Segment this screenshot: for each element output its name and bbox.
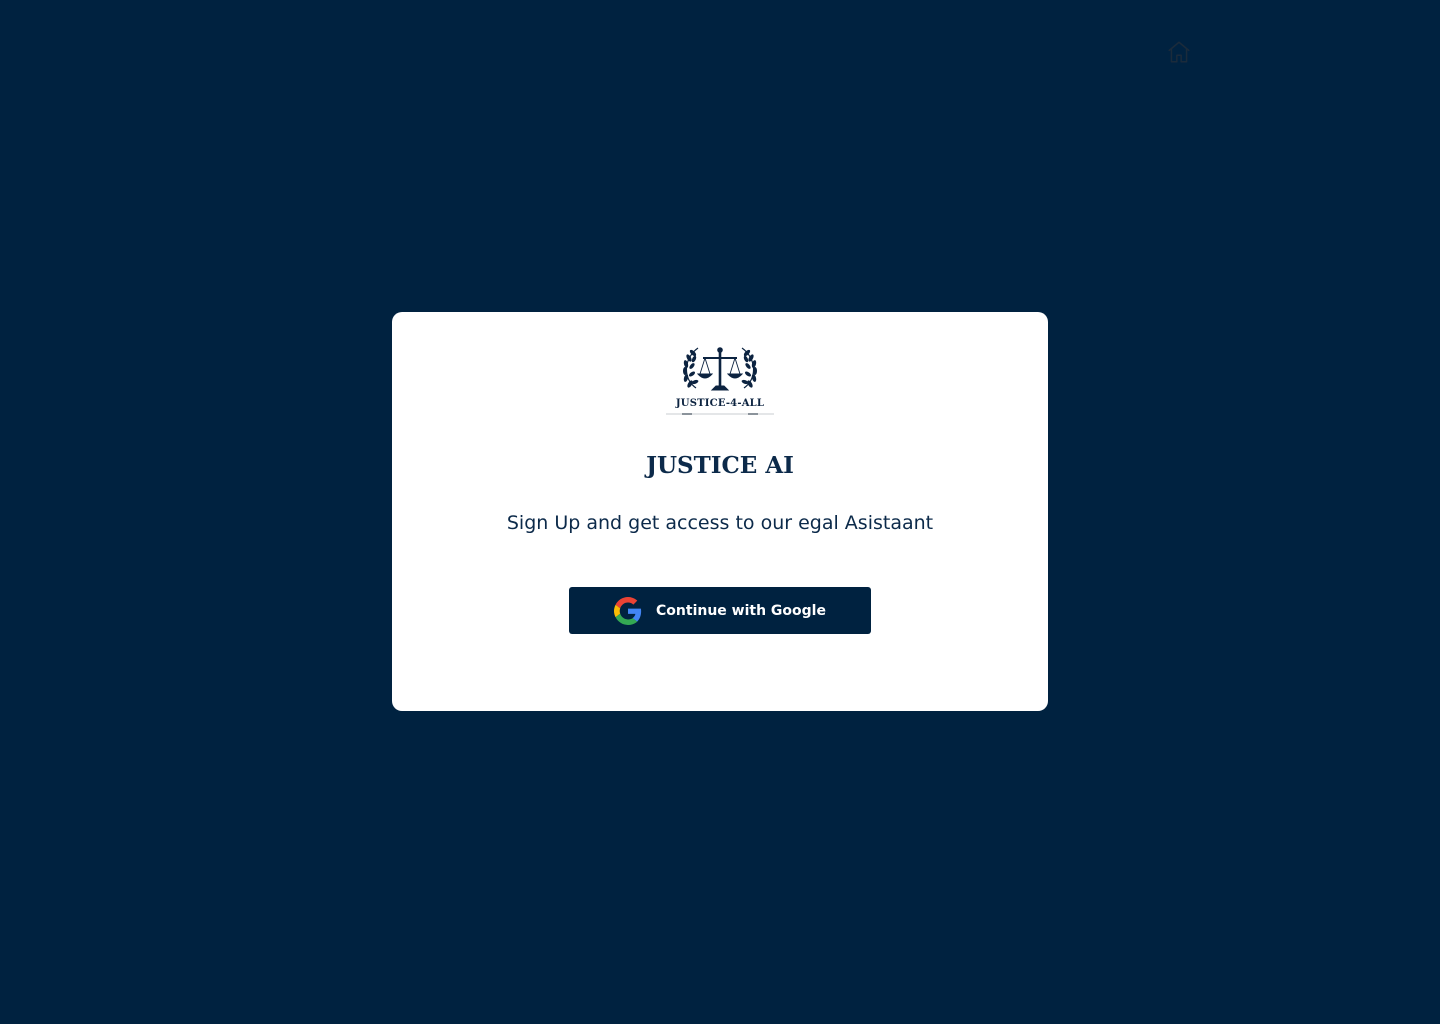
continue-with-google-button[interactable]: Continue with Google xyxy=(569,587,871,634)
home-icon xyxy=(1166,39,1192,70)
signup-card: JUSTICE-4-ALL JUSTICE AI Sign Up and get… xyxy=(392,312,1048,711)
signup-subtitle: Sign Up and get access to our egal Asist… xyxy=(506,512,934,534)
google-icon xyxy=(614,596,642,625)
logo-text: JUSTICE-4-ALL xyxy=(675,398,765,409)
page-title: JUSTICE AI xyxy=(646,452,794,479)
justice-4-all-logo: JUSTICE-4-ALL xyxy=(662,338,778,420)
continue-with-google-label: Continue with Google xyxy=(656,602,826,619)
home-button[interactable] xyxy=(1165,40,1193,68)
